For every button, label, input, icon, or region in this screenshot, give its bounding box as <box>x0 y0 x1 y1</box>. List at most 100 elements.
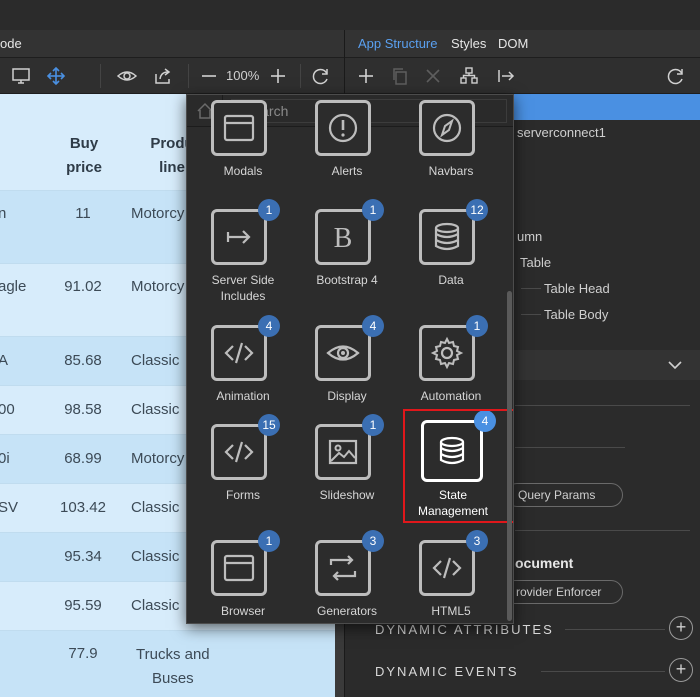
share-icon[interactable] <box>152 65 174 87</box>
structure-icon[interactable] <box>458 65 480 87</box>
cell-product-line: Trucks and Buses <box>136 643 210 691</box>
component-item-navbars[interactable]: Navbars <box>401 100 501 200</box>
svg-text:B: B <box>334 223 353 254</box>
component-item-slideshow[interactable]: 1 Slideshow <box>297 414 397 524</box>
cell-buy-price: 103.42 <box>60 499 106 516</box>
cell-buy-price: 11 <box>75 205 91 222</box>
component-item-alerts[interactable]: Alerts <box>297 100 397 200</box>
zoom-in-icon[interactable] <box>267 65 289 87</box>
cell-product-name: SV <box>0 499 19 516</box>
tree-item-serverconnect[interactable]: serverconnect1 <box>517 125 606 140</box>
zoom-out-icon[interactable] <box>198 65 220 87</box>
cell-product-line: Classic <box>131 401 180 418</box>
component-item-display[interactable]: 4 Display <box>297 315 397 425</box>
add-dynamic-event-icon[interactable]: + <box>669 658 693 682</box>
component-label: Display <box>327 389 367 403</box>
cell-product-name: agle <box>0 278 27 295</box>
component-label: Bootstrap 4 <box>316 273 378 287</box>
count-badge: 12 <box>466 199 488 221</box>
count-badge: 3 <box>362 530 384 552</box>
component-item-generators[interactable]: 3 Generators <box>297 530 397 623</box>
component-item-forms[interactable]: 15 Forms <box>193 414 293 524</box>
compass-icon <box>419 100 475 156</box>
cell-buy-price: 95.59 <box>64 597 102 614</box>
design-view-tabbar: ode <box>0 30 344 58</box>
component-item-server-side-includes[interactable]: 1 Server Side Includes <box>193 199 293 309</box>
component-item-bootstrap-4[interactable]: B 1 Bootstrap 4 <box>297 199 397 309</box>
tree-item-table-head[interactable]: Table Head <box>544 281 610 296</box>
count-badge: 3 <box>466 530 488 552</box>
window-icon <box>211 100 267 156</box>
count-badge: 1 <box>362 199 384 221</box>
tab-styles[interactable]: Styles <box>451 36 486 51</box>
eye-icon[interactable] <box>116 65 138 87</box>
header-buy-price-line2: price <box>66 159 102 176</box>
window-icon <box>211 540 267 596</box>
cell-product-line: Classic <box>131 499 180 516</box>
cell-buy-price: 68.99 <box>64 450 102 467</box>
chevron-down-icon[interactable] <box>667 357 683 378</box>
query-params-pill[interactable]: Query Params <box>505 483 623 507</box>
cell-buy-price: 77.9 <box>68 645 98 662</box>
picker-scrollbar-thumb[interactable] <box>507 291 512 621</box>
cell-product-name: n <box>0 205 7 222</box>
cell-buy-price: 95.34 <box>64 548 102 565</box>
add-icon[interactable] <box>355 65 377 87</box>
count-badge: 4 <box>362 315 384 337</box>
cell-product-line: Classic <box>131 548 180 565</box>
tree-item-table-body[interactable]: Table Body <box>544 307 608 322</box>
component-item-data[interactable]: 12 Data <box>401 199 501 309</box>
count-badge: 1 <box>258 530 280 552</box>
cell-product-line-2: Buses <box>151 670 194 687</box>
component-label: Slideshow <box>319 488 375 502</box>
code-icon <box>211 325 267 381</box>
cell-product-line: Motorcy <box>131 205 185 222</box>
gear-icon <box>419 325 475 381</box>
component-label: Server Side Includes <box>211 273 275 303</box>
tree-item-column[interactable]: umn <box>517 229 542 244</box>
arrow-right-icon <box>211 209 267 265</box>
code-icon <box>211 424 267 480</box>
move-icon[interactable] <box>45 65 67 87</box>
component-item-animation[interactable]: 4 Animation <box>193 315 293 425</box>
tab-dom[interactable]: DOM <box>498 36 528 51</box>
component-label: Modals <box>223 164 263 178</box>
tree-item-table[interactable]: Table <box>520 255 551 270</box>
table-row[interactable]: 77.9 Trucks and Buses <box>0 631 335 697</box>
image-icon <box>315 424 371 480</box>
monitor-icon[interactable] <box>10 65 32 87</box>
add-dynamic-attribute-icon[interactable]: + <box>669 616 693 640</box>
component-label: Automation <box>420 389 482 403</box>
toolbar-divider <box>300 64 301 88</box>
cell-buy-price: 91.02 <box>64 278 102 295</box>
tab-app-structure[interactable]: App Structure <box>358 36 438 51</box>
export-icon[interactable] <box>495 65 517 87</box>
refresh-icon[interactable] <box>665 65 687 87</box>
component-item-modals[interactable]: Modals <box>193 100 293 200</box>
delete-icon[interactable] <box>422 65 444 87</box>
copy-icon[interactable] <box>389 65 411 87</box>
repeat-icon <box>315 540 371 596</box>
tab-code[interactable]: ode <box>0 36 22 51</box>
component-label: Animation <box>216 389 270 403</box>
cell-product-line: Motorcy <box>131 278 185 295</box>
component-label: Data <box>438 273 464 287</box>
eye-icon <box>315 325 371 381</box>
provider-enforcer-pill[interactable]: rovider Enforcer <box>503 580 623 604</box>
count-badge: 15 <box>258 414 280 436</box>
header-buy-price[interactable]: Buy price <box>54 132 114 180</box>
divider <box>515 530 690 531</box>
cell-product-name: A <box>0 352 9 369</box>
count-badge: 1 <box>466 315 488 337</box>
cell-product-name: 00 <box>0 401 15 418</box>
divider <box>515 405 690 406</box>
toolbar-divider <box>188 64 189 88</box>
cell-product-line-1: Trucks and <box>136 646 210 663</box>
component-item-html5[interactable]: 3 HTML5 <box>401 530 501 623</box>
divider <box>565 629 665 630</box>
component-label: Forms <box>226 488 260 502</box>
properties-tabbar: App Structure Styles DOM <box>345 30 700 58</box>
component-item-browser[interactable]: 1 Browser <box>193 530 293 623</box>
cell-product-name: 0i <box>0 450 10 467</box>
refresh-icon[interactable] <box>310 65 332 87</box>
